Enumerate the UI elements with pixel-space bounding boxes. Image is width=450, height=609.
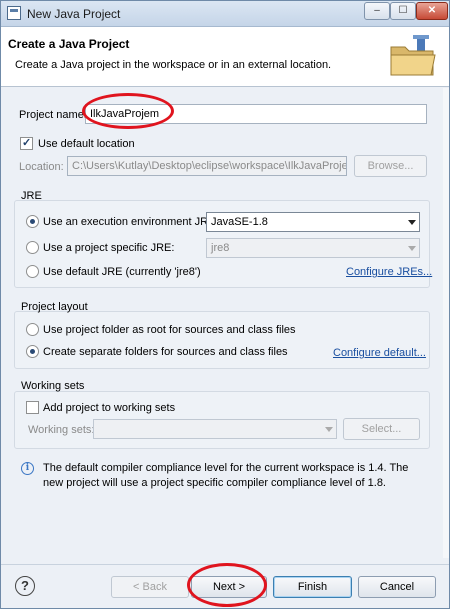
working-sets-select[interactable] xyxy=(93,419,337,439)
info-icon: i xyxy=(21,462,34,475)
window-app-icon xyxy=(7,6,21,20)
finish-button[interactable]: Finish xyxy=(273,576,352,598)
location-input[interactable]: C:\Users\Kutlay\Desktop\eclipse\workspac… xyxy=(67,156,347,176)
project-layout-group xyxy=(14,311,430,369)
back-button[interactable]: < Back xyxy=(111,576,189,598)
minimize-button[interactable]: ‒ xyxy=(364,2,390,20)
layout-project-root-radio[interactable] xyxy=(26,323,39,336)
jre-execution-environment-label: Use an execution environment JRE: xyxy=(43,216,219,228)
jre-default-label: Use default JRE (currently 'jre8') xyxy=(43,266,201,278)
execution-environment-select[interactable]: JavaSE-1.8 xyxy=(206,212,420,232)
window-title: New Java Project xyxy=(27,7,121,21)
jre-execution-environment-radio[interactable] xyxy=(26,215,39,228)
scrollbar[interactable] xyxy=(443,88,449,558)
add-to-working-sets-checkbox[interactable] xyxy=(26,401,39,414)
wizard-body: Project name: IlkJavaProjem Use default … xyxy=(1,88,449,558)
project-name-label: Project name: xyxy=(19,109,87,121)
add-to-working-sets-label: Add project to working sets xyxy=(43,402,176,414)
chevron-down-icon xyxy=(325,427,333,432)
wizard-header: Create a Java Project Create a Java proj… xyxy=(1,27,449,87)
compliance-info-message: The default compiler compliance level fo… xyxy=(43,462,409,489)
project-name-input[interactable]: IlkJavaProjem xyxy=(85,104,427,124)
working-sets-group-label: Working sets xyxy=(21,380,85,392)
maximize-button[interactable]: ☐ xyxy=(390,2,416,20)
page-description: Create a Java project in the workspace o… xyxy=(15,59,332,71)
cancel-button[interactable]: Cancel xyxy=(358,576,436,598)
layout-separate-folders-label: Create separate folders for sources and … xyxy=(43,346,288,358)
next-button[interactable]: Next > xyxy=(191,576,267,598)
project-layout-group-label: Project layout xyxy=(21,301,88,313)
jre-group-label: JRE xyxy=(21,190,42,202)
project-specific-jre-select[interactable]: jre8 xyxy=(206,238,420,258)
help-icon[interactable]: ? xyxy=(15,576,35,596)
page-title: Create a Java Project xyxy=(8,37,130,51)
working-sets-label: Working sets: xyxy=(28,424,95,436)
execution-environment-value: JavaSE-1.8 xyxy=(211,216,268,228)
jre-default-radio[interactable] xyxy=(26,265,39,278)
select-working-sets-button[interactable]: Select... xyxy=(343,418,420,440)
location-label: Location: xyxy=(19,161,64,173)
use-default-location-checkbox[interactable] xyxy=(20,136,33,150)
new-java-project-folder-icon xyxy=(390,35,436,76)
chevron-down-icon xyxy=(408,246,416,251)
jre-project-specific-radio[interactable] xyxy=(26,241,39,254)
title-bar[interactable]: New Java Project ‒ ☐ ✕ xyxy=(1,1,449,27)
new-java-project-dialog: New Java Project ‒ ☐ ✕ Create a Java Pro… xyxy=(0,0,450,609)
jre-project-specific-label: Use a project specific JRE: xyxy=(43,242,175,254)
layout-project-root-label: Use project folder as root for sources a… xyxy=(43,324,296,336)
configure-default-link[interactable]: Configure default... xyxy=(333,347,426,359)
wizard-footer: ? < Back Next > Finish Cancel xyxy=(1,564,449,608)
project-specific-jre-value: jre8 xyxy=(211,242,230,254)
configure-jres-link[interactable]: Configure JREs... xyxy=(346,266,432,278)
browse-button[interactable]: Browse... xyxy=(354,155,427,177)
close-button[interactable]: ✕ xyxy=(416,2,448,20)
use-default-location-label: Use default location xyxy=(38,138,135,150)
chevron-down-icon xyxy=(408,220,416,225)
layout-separate-folders-radio[interactable] xyxy=(26,345,39,358)
